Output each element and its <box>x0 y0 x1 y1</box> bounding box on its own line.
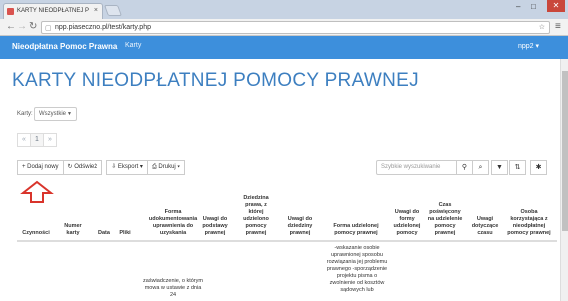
th-numer-karty[interactable]: Numer karty <box>59 223 87 237</box>
th-data[interactable]: Data <box>94 230 114 237</box>
th-pliki[interactable]: Pliki <box>115 230 135 237</box>
reload-icon[interactable]: ↻ <box>29 20 37 34</box>
bookmark-star-icon[interactable]: ☆ <box>539 22 545 33</box>
export-button[interactable]: ⇩ Eksport ▾ <box>106 160 148 175</box>
url-text: npp.piaseczno.pl/test/karty.php <box>55 24 151 31</box>
browser-menu-icon[interactable]: ≡ <box>555 21 561 33</box>
page-icon: ▢ <box>45 25 52 32</box>
add-new-button[interactable]: + Dodaj nowy <box>17 160 64 175</box>
th-uwagi-czasu[interactable]: Uwagi dotyczące czasu <box>469 216 501 237</box>
th-uwagi-formy[interactable]: Uwagi do formy udzielonej pomocy <box>391 209 423 237</box>
favicon-icon <box>7 8 14 15</box>
pager-next[interactable]: » <box>43 133 57 147</box>
quick-search-input[interactable]: Szybkie wyszukiwanie <box>376 160 457 175</box>
url-input[interactable]: ▢ npp.piaseczno.pl/test/karty.php ☆ <box>41 21 550 34</box>
filter-label: Karty: <box>17 111 33 117</box>
nav-link-karty[interactable]: Karty <box>125 42 141 49</box>
cards-filter-select[interactable]: Wszystkie ▼ <box>34 107 77 121</box>
cell-forma-udokumentowania: zaświadczenie, o którym mowa w ustawie z… <box>143 278 203 298</box>
search-icon[interactable]: ⚲ <box>456 160 473 175</box>
pager-page-1[interactable]: 1 <box>30 133 44 147</box>
page-scrollbar[interactable] <box>560 59 568 301</box>
zoom-icon[interactable]: ⌕ <box>472 160 489 175</box>
maximize-button[interactable]: □ <box>531 2 536 11</box>
minimize-button[interactable]: – <box>516 2 520 11</box>
filter-value: Wszystkie <box>39 111 66 117</box>
th-uwagi-podstawy[interactable]: Uwagi do podstawy prawnej <box>199 216 231 237</box>
browser-tab[interactable]: KARTY NIEODPŁATNEJ P × <box>3 3 103 19</box>
browser-tab-bar: KARTY NIEODPŁATNEJ P × – □ ✕ <box>0 0 568 19</box>
chevron-down-icon: ▼ <box>67 111 72 117</box>
th-osoba[interactable]: Osoba korzystająca z nieodpłatnej pomocy… <box>507 209 551 237</box>
back-icon[interactable]: ← <box>6 20 16 34</box>
th-dziedzina[interactable]: Dziedzina prawa, z której udzielono pomo… <box>237 195 275 237</box>
tab-title: KARTY NIEODPŁATNEJ P <box>17 8 90 14</box>
th-forma-udokumentowania[interactable]: Forma udokumentowania uprawnienia do uzy… <box>142 209 204 237</box>
pagination: « 1 » <box>17 133 57 147</box>
th-forma-pomocy[interactable]: Forma udzielonej pomocy prawnej <box>325 223 387 237</box>
app-navbar: Nieodpłatna Pomoc Prawna Karty npp2 ▾ <box>0 36 568 59</box>
table-toolbar: + Dodaj nowy ↻ Odśwież ⇩ Eksport ▾ ⎙ Dru… <box>17 160 185 175</box>
th-czynnosci[interactable]: Czynności <box>19 230 53 237</box>
new-tab-button[interactable] <box>103 5 123 16</box>
sort-icon[interactable]: ⇅ <box>509 160 526 175</box>
pager-prev[interactable]: « <box>17 133 31 147</box>
gear-icon[interactable]: ✱ <box>530 160 547 175</box>
forward-icon[interactable]: → <box>17 20 27 34</box>
table-header: Czynności Numer karty Data Pliki Forma u… <box>17 178 557 242</box>
scrollbar-thumb[interactable] <box>562 71 568 231</box>
th-uwagi-dziedziny[interactable]: Uwagi do dziedziny prawnej <box>281 216 319 237</box>
close-window-button[interactable]: ✕ <box>547 0 565 12</box>
user-menu[interactable]: npp2 ▾ <box>518 42 539 50</box>
cell-forma-pomocy: -wskazanie osobie uprawnionej sposobu ro… <box>326 245 388 293</box>
print-button[interactable]: ⎙ Drukuj ▾ <box>146 160 185 175</box>
address-bar: ← → ↻ ▢ npp.piaseczno.pl/test/karty.php … <box>0 19 568 36</box>
filter-icon[interactable]: ▼ <box>491 160 508 175</box>
th-czas[interactable]: Czas poświęcony na udzielenie pomocy pra… <box>427 202 463 237</box>
refresh-button[interactable]: ↻ Odśwież <box>62 160 103 175</box>
tab-close-icon[interactable]: × <box>94 7 98 14</box>
page-title: KARTY NIEODPŁATNEJ POMOCY PRAWNEJ <box>12 70 419 91</box>
brand-link[interactable]: Nieodpłatna Pomoc Prawna <box>12 42 117 51</box>
